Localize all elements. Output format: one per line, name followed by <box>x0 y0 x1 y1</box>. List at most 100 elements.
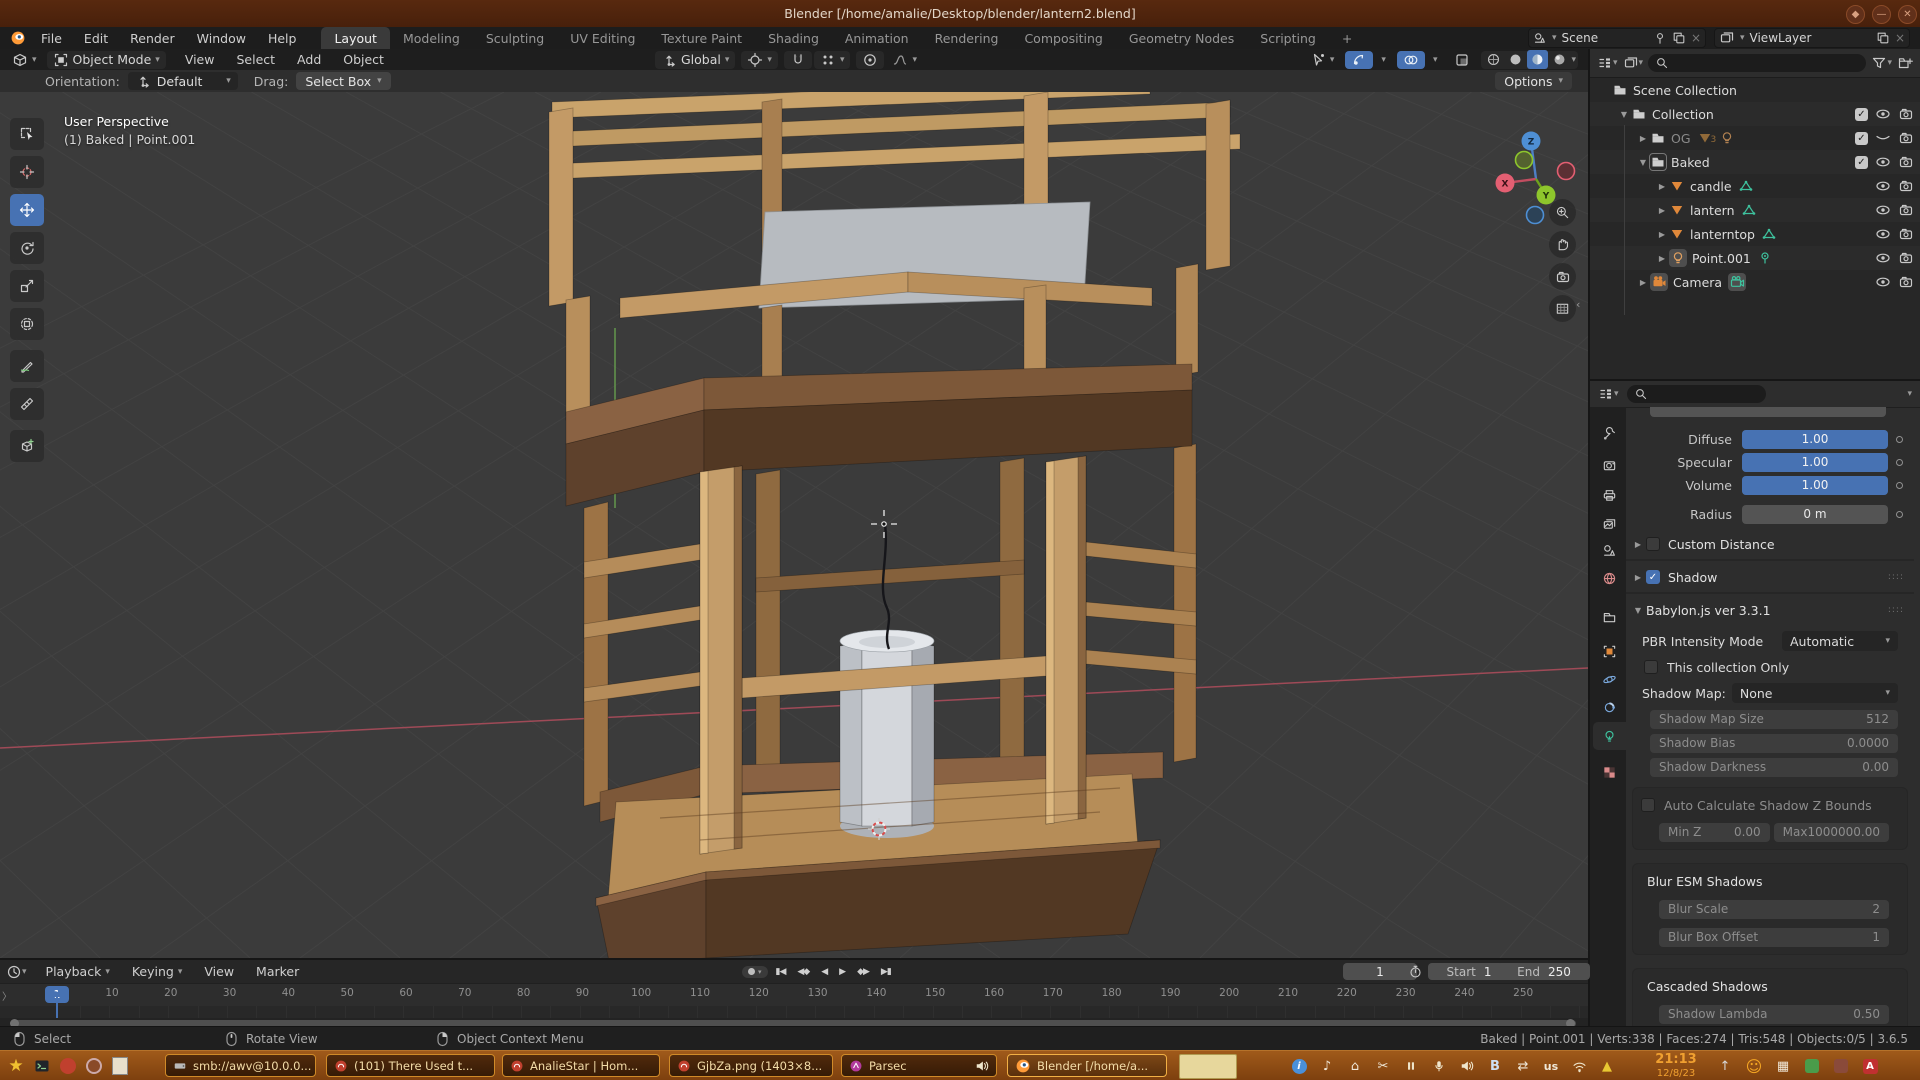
jump-to-start-button[interactable]: ▮◀ <box>771 963 791 980</box>
archive-tray-icon[interactable] <box>1830 1054 1852 1078</box>
viewport-menu-object[interactable]: Object <box>332 49 395 71</box>
stopwatch-icon[interactable] <box>1408 964 1423 979</box>
outliner-row-lanterntop[interactable]: ▶lanterntop <box>1590 222 1920 246</box>
hide-toggle-eye-icon[interactable] <box>1875 106 1891 122</box>
taskbar-clock[interactable]: 21:13 12/8/23 <box>1645 1053 1707 1079</box>
taskbar-window-4[interactable]: GjbZa.png (1403×8... <box>669 1054 833 1077</box>
green-app-tray-icon[interactable] <box>1801 1054 1823 1078</box>
dropdown[interactable]: None▾ <box>1732 683 1898 703</box>
timeline-menu-marker[interactable]: Marker <box>245 961 310 983</box>
menu-edit[interactable]: Edit <box>73 27 119 49</box>
playhead[interactable] <box>56 992 58 1018</box>
current-frame-field[interactable]: 1 <box>1343 963 1417 980</box>
files-launcher[interactable] <box>108 1054 132 1078</box>
prop-field[interactable]: 0 m <box>1742 505 1888 524</box>
dropdown[interactable]: Automatic▾ <box>1782 631 1898 651</box>
scene-selector[interactable]: ▾ Scene × <box>1528 28 1706 48</box>
copy-scene-icon[interactable] <box>1672 31 1686 45</box>
taskbar-notes-widget[interactable] <box>1179 1054 1237 1079</box>
tab-rendering[interactable]: Rendering <box>922 27 1012 49</box>
pause-tray-icon[interactable] <box>1400 1054 1422 1078</box>
timeline-expand-arrow[interactable]: 〉 <box>2 988 12 1003</box>
menu-help[interactable]: Help <box>257 27 308 49</box>
properties-editor-dropdown[interactable]: ▾ <box>1598 386 1619 402</box>
expand-arrow[interactable]: ▶ <box>1655 182 1669 191</box>
max-field[interactable]: Max1000000.00 <box>1774 823 1889 842</box>
proportional-editing-toggle[interactable] <box>856 51 884 69</box>
shading-rendered-button[interactable] <box>1549 52 1570 67</box>
tab-compositing[interactable]: Compositing <box>1011 27 1115 49</box>
prev-keyframe-button[interactable]: ◀◆ <box>792 963 814 980</box>
home-tray-icon[interactable]: ⌂ <box>1344 1054 1366 1078</box>
panel-expand-arrow[interactable]: ▼ <box>1630 606 1646 615</box>
updates-tray-icon[interactable]: ↑ <box>1714 1054 1736 1078</box>
outliner-display-mode-dropdown[interactable]: ▾ <box>1597 55 1618 71</box>
render-visibility-camera-icon[interactable] <box>1898 274 1914 290</box>
taskbar-window-1[interactable]: smb://awv@10.0.0... <box>165 1054 316 1077</box>
overlays-dropdown[interactable]: ▾ <box>1427 51 1444 69</box>
exclude-checkbox[interactable]: ✓ <box>1855 108 1868 121</box>
keyboard-layout-indicator[interactable]: us <box>1540 1054 1562 1078</box>
properties-tab-data[interactable] <box>1593 722 1626 750</box>
panel-checkbox[interactable]: ✓ <box>1646 570 1660 584</box>
min-z-field[interactable]: Min Z0.00 <box>1659 823 1770 842</box>
red-a-tray-icon[interactable]: A <box>1859 1054 1881 1078</box>
measure-tool[interactable] <box>10 388 44 420</box>
gizmo-dropdown[interactable]: ▾ <box>1375 51 1392 69</box>
checkbox[interactable] <box>1646 537 1660 551</box>
hide-toggle-eye-icon[interactable] <box>1875 154 1891 170</box>
pivot-point-dropdown[interactable]: ▾ <box>741 51 778 69</box>
mode-dropdown[interactable]: Object Mode▾ <box>47 51 166 69</box>
tab-shading[interactable]: Shading <box>755 27 832 49</box>
tab-+[interactable]: + <box>1329 27 1365 49</box>
transform-orientation-dropdown[interactable]: Global▾ <box>655 51 735 69</box>
drag-handle[interactable]: :::: <box>1888 572 1904 582</box>
menu-file[interactable]: File <box>30 27 73 49</box>
auto-keying-toggle[interactable]: ▾ <box>742 966 768 978</box>
viewport-menu-add[interactable]: Add <box>286 49 332 71</box>
prop-field[interactable]: Blur Box Offset1 <box>1659 928 1889 947</box>
timeline-menu-keying[interactable]: Keying ▾ <box>121 961 194 983</box>
timeline-track-area[interactable] <box>0 1006 1588 1018</box>
shading-wireframe-button[interactable] <box>1483 52 1504 67</box>
properties-search-input[interactable] <box>1627 385 1766 403</box>
next-keyframe-button[interactable]: ◆▶ <box>852 963 874 980</box>
wifi-tray-icon[interactable] <box>1568 1054 1590 1078</box>
drag-mode-dropdown[interactable]: Select Box▾ <box>296 72 390 90</box>
window-menu-button[interactable]: ◆ <box>1846 5 1865 24</box>
screenshot-tray-icon[interactable]: ✂ <box>1372 1054 1394 1078</box>
viewport-menu-view[interactable]: View <box>174 49 226 71</box>
rotate-tool[interactable] <box>10 232 44 264</box>
prop-field[interactable]: Shadow Darkness0.00 <box>1650 758 1898 777</box>
outliner-row-collection[interactable]: ▼Collection✓ <box>1590 102 1920 126</box>
prop-field[interactable]: Shadow Lambda0.50 <box>1659 1005 1889 1024</box>
volume-tray-icon[interactable] <box>1456 1054 1478 1078</box>
render-visibility-camera-icon[interactable] <box>1898 250 1914 266</box>
properties-tab-output[interactable] <box>1593 481 1626 509</box>
menu-render[interactable]: Render <box>119 27 186 49</box>
tab-layout[interactable]: Layout <box>321 27 390 49</box>
outliner-row-candle[interactable]: ▶candle <box>1590 174 1920 198</box>
move-tool[interactable] <box>10 194 44 226</box>
render-visibility-camera-icon[interactable] <box>1898 154 1914 170</box>
checkbox[interactable] <box>1641 798 1655 812</box>
properties-tab-scene[interactable] <box>1593 536 1626 564</box>
jump-to-end-button[interactable]: ▶▮ <box>876 963 896 980</box>
power-slider-partial[interactable] <box>1650 407 1886 417</box>
object-visibility-dropdown[interactable]: ▾ <box>1304 51 1341 69</box>
timeline-ruler[interactable]: 〉 1 102030405060708090100110120130140150… <box>0 983 1588 1006</box>
cursor-tool[interactable] <box>10 156 44 188</box>
expand-arrow[interactable]: ▶ <box>1630 540 1646 549</box>
snap-toggle[interactable] <box>784 51 812 69</box>
hide-toggle-eye-icon[interactable] <box>1875 202 1891 218</box>
hide-toggle-eye-icon[interactable] <box>1875 178 1891 194</box>
animate-dot[interactable] <box>1896 459 1903 466</box>
sidebar-collapse-arrow[interactable]: ‹ <box>1576 298 1580 311</box>
properties-tab-object[interactable] <box>1593 637 1626 665</box>
outliner-row-camera[interactable]: ▶Camera <box>1590 270 1920 294</box>
menu-window[interactable]: Window <box>186 27 257 49</box>
remove-viewlayer-icon[interactable]: × <box>1895 31 1905 45</box>
new-collection-button[interactable] <box>1897 55 1913 71</box>
proportional-falloff-dropdown[interactable]: ▾ <box>886 51 923 69</box>
properties-options-dropdown[interactable]: ▾ <box>1907 389 1912 399</box>
